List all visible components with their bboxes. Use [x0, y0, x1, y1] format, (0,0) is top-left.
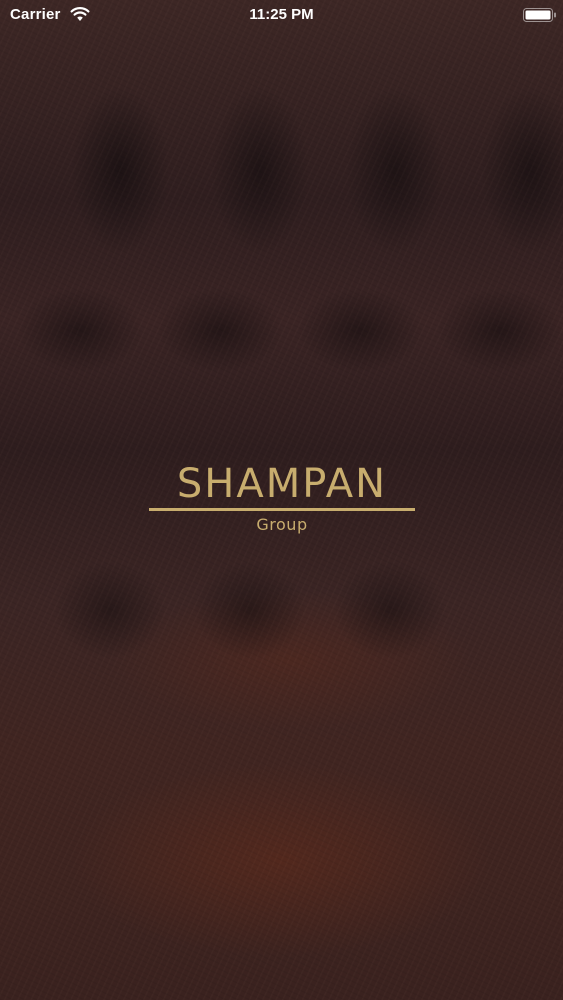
brand-subtitle: Group — [256, 515, 308, 534]
brand-name: SHAMPAN — [176, 461, 388, 507]
battery-icon — [523, 8, 556, 22]
brand-logo: SHAMPAN Group — [149, 458, 415, 534]
brand-underline — [149, 508, 415, 511]
clock: 11:25 PM — [249, 6, 314, 23]
status-bar: Carrier 11:25 PM — [0, 0, 563, 30]
